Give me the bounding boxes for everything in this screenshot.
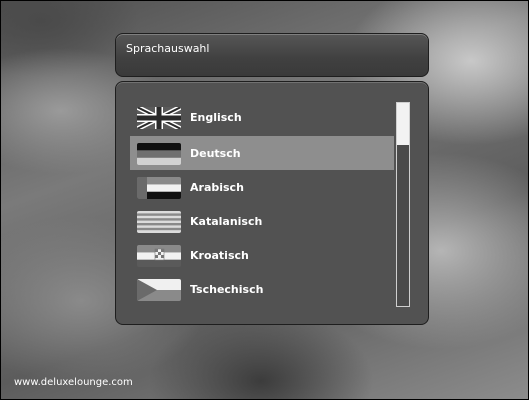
flag-czech-icon <box>137 279 181 301</box>
scrollbar[interactable] <box>396 102 410 307</box>
screen-background: Sprachauswahl Englisch Deutsch Arabisch … <box>0 0 529 400</box>
language-item-kroatisch[interactable]: Kroatisch <box>130 238 394 272</box>
flag-croatia-icon <box>137 245 181 267</box>
scrollbar-thumb[interactable] <box>397 103 409 145</box>
language-label: Englisch <box>190 111 242 124</box>
flag-germany-icon <box>137 143 181 165</box>
language-list: Englisch Deutsch Arabisch Katalanisch Kr… <box>115 81 429 325</box>
flag-uk-icon <box>137 107 181 129</box>
flag-catalonia-icon <box>137 211 181 233</box>
language-label: Deutsch <box>190 147 241 160</box>
language-item-englisch[interactable]: Englisch <box>130 100 394 134</box>
language-label: Tschechisch <box>190 283 264 296</box>
footer-url: www.deluxelounge.com <box>14 377 133 388</box>
language-label: Kroatisch <box>190 249 249 262</box>
flag-arab-icon <box>137 177 181 199</box>
dialog-title: Sprachauswahl <box>126 42 210 55</box>
language-item-arabisch[interactable]: Arabisch <box>130 170 394 204</box>
language-item-deutsch[interactable]: Deutsch <box>130 136 394 170</box>
language-label: Katalanisch <box>190 215 263 228</box>
language-label: Arabisch <box>190 181 244 194</box>
language-item-tschechisch[interactable]: Tschechisch <box>130 272 394 306</box>
title-bar: Sprachauswahl <box>115 33 429 77</box>
language-item-katalanisch[interactable]: Katalanisch <box>130 204 394 238</box>
